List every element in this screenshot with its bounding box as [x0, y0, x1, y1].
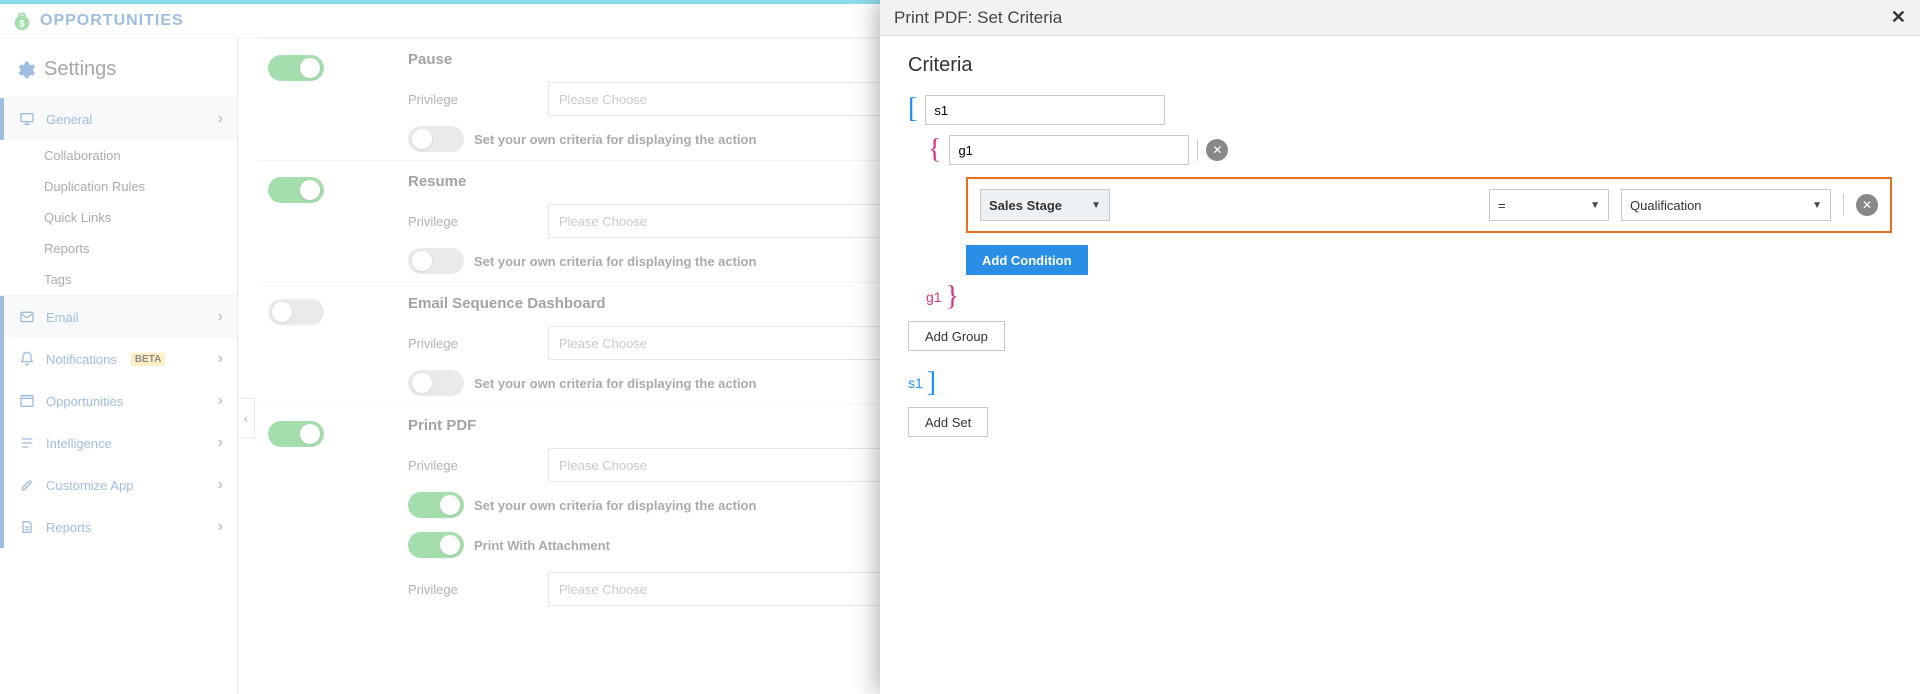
notifications-label: Notifications	[46, 352, 117, 367]
set-close-label: s1	[908, 375, 923, 391]
email-label: Email	[46, 310, 79, 325]
chevron-right-icon: ›	[218, 434, 223, 452]
email-icon	[18, 309, 36, 325]
criteria-label: Set your own criteria for displaying the…	[474, 132, 756, 147]
group-close: g1 }	[926, 283, 1892, 311]
tools-icon	[18, 477, 36, 493]
opportunities-icon: $	[10, 9, 34, 33]
add-condition-button[interactable]: Add Condition	[966, 245, 1088, 275]
modal-body: Criteria [ { ✕ Sales Stage ▼ = ▼ Qua	[880, 36, 1920, 694]
sidebar-sub-tags[interactable]: Tags	[0, 264, 237, 295]
group-name-input[interactable]	[949, 135, 1189, 165]
toggle-criteria-resume[interactable]	[408, 248, 464, 274]
sidebar-sub-reports[interactable]: Reports	[0, 233, 237, 264]
modal-title: Print PDF: Set Criteria	[894, 8, 1062, 28]
set-open: [	[908, 95, 1892, 125]
sidebar-item-customize-app[interactable]: Customize App ›	[0, 464, 237, 506]
privilege-label: Privilege	[408, 92, 458, 107]
chevron-right-icon: ›	[218, 392, 223, 410]
toggle-criteria-print-pdf[interactable]	[408, 492, 464, 518]
divider	[1197, 139, 1198, 161]
modal-header: Print PDF: Set Criteria ✕	[880, 0, 1920, 36]
group-open: { ✕	[928, 135, 1892, 165]
sidebar-item-reports[interactable]: Reports ›	[0, 506, 237, 548]
divider	[1843, 194, 1844, 216]
condition-row: Sales Stage ▼ = ▼ Qualification ▼ ✕	[966, 177, 1892, 233]
operator-dropdown[interactable]: = ▼	[1489, 189, 1609, 221]
chevron-right-icon: ›	[218, 476, 223, 494]
toggle-email-seq[interactable]	[268, 299, 324, 325]
value-value: Qualification	[1630, 198, 1702, 213]
sidebar-item-notifications[interactable]: Notifications BETA ›	[0, 338, 237, 380]
gear-icon	[14, 59, 36, 81]
customize-label: Customize App	[46, 478, 133, 493]
print-attachment-label: Print With Attachment	[474, 538, 610, 553]
criteria-label: Set your own criteria for displaying the…	[474, 498, 756, 513]
sidebar-sub-collaboration[interactable]: Collaboration	[0, 140, 237, 171]
sidebar-item-email[interactable]: Email ›	[0, 296, 237, 338]
toggle-criteria-email-seq[interactable]	[408, 370, 464, 396]
toggle-print-with-attachment[interactable]	[408, 532, 464, 558]
settings-label: Settings	[44, 58, 116, 81]
group-close-label: g1	[926, 289, 942, 305]
svg-text:$: $	[19, 18, 24, 28]
toggle-resume[interactable]	[268, 177, 324, 203]
chevron-right-icon: ›	[218, 518, 223, 536]
privilege-label: Privilege	[408, 582, 458, 597]
field-value: Sales Stage	[989, 198, 1062, 213]
report-icon	[18, 519, 36, 535]
brace-close-icon: }	[946, 283, 959, 311]
opportunities-label: Opportunities	[46, 394, 123, 409]
toggle-pause[interactable]	[268, 55, 324, 81]
beta-badge: BETA	[131, 353, 165, 366]
caret-down-icon: ▼	[1091, 200, 1101, 211]
add-set-button[interactable]: Add Set	[908, 407, 988, 437]
sidebar-item-general[interactable]: General ›	[0, 98, 237, 140]
monitor-icon	[18, 111, 36, 127]
reports-label: Reports	[46, 520, 92, 535]
intelligence-label: Intelligence	[46, 436, 112, 451]
chevron-right-icon: ›	[218, 308, 223, 326]
field-dropdown[interactable]: Sales Stage ▼	[980, 189, 1110, 221]
add-group-button[interactable]: Add Group	[908, 321, 1005, 351]
privilege-label: Privilege	[408, 214, 458, 229]
bracket-close-icon: ]	[927, 369, 936, 397]
set-name-input[interactable]	[925, 95, 1165, 125]
sidebar-item-opportunities[interactable]: Opportunities ›	[0, 380, 237, 422]
sidebar-sub-quick-links[interactable]: Quick Links	[0, 202, 237, 233]
set-close: s1 ]	[908, 369, 1892, 397]
criteria-label: Set your own criteria for displaying the…	[474, 376, 756, 391]
general-label: General	[46, 112, 92, 127]
privilege-label: Privilege	[408, 336, 458, 351]
value-dropdown[interactable]: Qualification ▼	[1621, 189, 1831, 221]
chevron-right-icon: ›	[218, 350, 223, 368]
chevron-right-icon: ›	[218, 110, 223, 128]
toggle-criteria-pause[interactable]	[408, 126, 464, 152]
list-icon	[18, 435, 36, 451]
criteria-label: Set your own criteria for displaying the…	[474, 254, 756, 269]
bell-icon	[18, 351, 36, 367]
bracket-open-icon: [	[908, 95, 917, 123]
close-icon[interactable]: ✕	[1891, 7, 1906, 28]
sidebar-item-intelligence[interactable]: Intelligence ›	[0, 422, 237, 464]
sidebar-collapse-handle[interactable]: ‹	[237, 398, 255, 438]
settings-heading: Settings	[0, 38, 237, 97]
caret-down-icon: ▼	[1812, 200, 1822, 211]
criteria-modal: Print PDF: Set Criteria ✕ Criteria [ { ✕…	[880, 0, 1920, 694]
sidebar: Settings General › Collaboration Duplica…	[0, 38, 238, 694]
page-title: OPPORTUNITIES	[40, 12, 184, 30]
delete-group-button[interactable]: ✕	[1206, 139, 1228, 161]
operator-value: =	[1498, 198, 1506, 213]
delete-condition-button[interactable]: ✕	[1856, 194, 1878, 216]
window-icon	[18, 393, 36, 409]
toggle-print-pdf[interactable]	[268, 421, 324, 447]
caret-down-icon: ▼	[1590, 200, 1600, 211]
sidebar-sub-duplication-rules[interactable]: Duplication Rules	[0, 171, 237, 202]
criteria-section-title: Criteria	[908, 54, 1892, 77]
brace-open-icon: {	[928, 136, 941, 164]
privilege-label: Privilege	[408, 458, 458, 473]
